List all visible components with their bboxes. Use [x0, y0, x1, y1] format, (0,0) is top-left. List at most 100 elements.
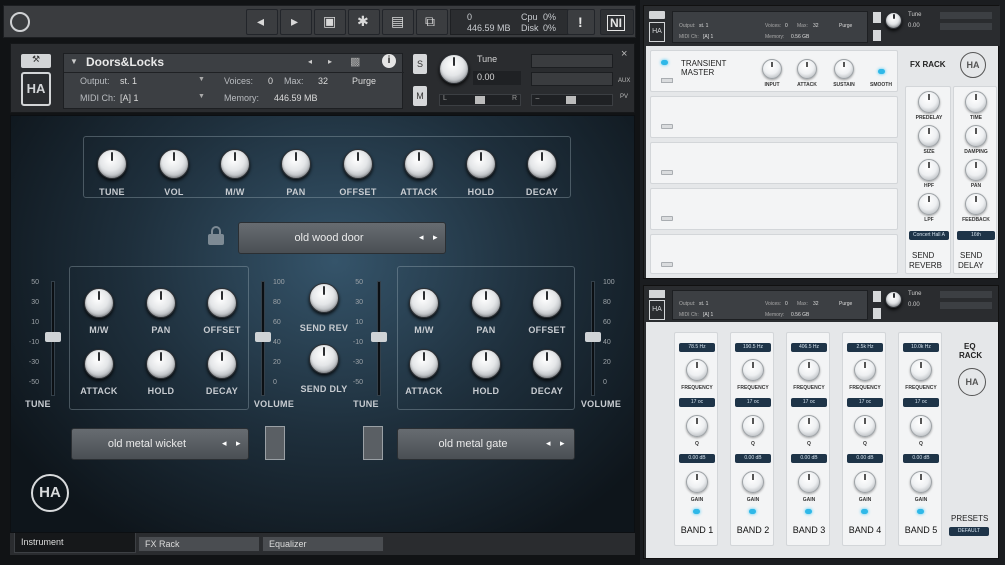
reverb-lpf-knob[interactable]: [918, 193, 940, 215]
send-dly-knob[interactable]: [309, 344, 339, 374]
eq-mute-button[interactable]: [873, 308, 881, 319]
right-knob-decay[interactable]: [532, 349, 562, 379]
left-tune-slider[interactable]: [45, 281, 61, 396]
fx-solo-button[interactable]: [873, 12, 881, 23]
lock-icon[interactable]: [208, 226, 224, 245]
smooth-led[interactable]: [878, 69, 885, 74]
band-5-freq[interactable]: 10.0k Hz: [903, 343, 939, 352]
band-1-freq[interactable]: 78.5 Hz: [679, 343, 715, 352]
close-icon[interactable]: ×: [621, 48, 627, 60]
left-knob-attack[interactable]: [84, 349, 114, 379]
transient-input-knob[interactable]: [762, 59, 782, 79]
right-sample-selector[interactable]: old metal gate ◂ ▸: [397, 428, 575, 460]
band-5-q-knob[interactable]: [910, 415, 932, 437]
delay-preset[interactable]: 16th: [957, 231, 995, 240]
right-knob-hold[interactable]: [471, 349, 501, 379]
left-volume-handle[interactable]: [255, 332, 271, 342]
band-4-freq-knob[interactable]: [854, 359, 876, 381]
top-knob-hold[interactable]: [466, 149, 496, 179]
left-knob-offset[interactable]: [207, 288, 237, 318]
band-5-led[interactable]: [917, 509, 924, 514]
band-3-gain-knob[interactable]: [798, 471, 820, 493]
band-2-led[interactable]: [749, 509, 756, 514]
fx-mute-button[interactable]: [873, 30, 881, 41]
kontakt-logo-icon[interactable]: [10, 12, 30, 32]
band-3-freq-knob[interactable]: [798, 359, 820, 381]
fx-empty-slot-1[interactable]: [650, 96, 898, 138]
reverb-preset[interactable]: Concert Hall A: [909, 231, 949, 240]
band-1-gain[interactable]: 0.00 dB: [679, 454, 715, 463]
band-2-freq-knob[interactable]: [742, 359, 764, 381]
band-1-q[interactable]: 17 oc: [679, 398, 715, 407]
band-4-freq[interactable]: 2.5k Hz: [847, 343, 883, 352]
band-1-q-knob[interactable]: [686, 415, 708, 437]
top-knob-decay[interactable]: [527, 149, 557, 179]
tab-instrument[interactable]: Instrument: [14, 533, 136, 553]
save-icon[interactable]: ▣: [314, 9, 346, 35]
wrench-icon[interactable]: ⚒: [21, 54, 51, 68]
fx-wrench-icon[interactable]: [649, 11, 665, 19]
delay-pan-knob[interactable]: [965, 159, 987, 181]
right-door-icon[interactable]: [363, 426, 383, 460]
output-dropdown-icon[interactable]: ▼: [198, 76, 205, 83]
band-2-gain-knob[interactable]: [742, 471, 764, 493]
right-tune-handle[interactable]: [371, 332, 387, 342]
resize-icon[interactable]: ⧉: [416, 9, 448, 35]
left-sample-selector[interactable]: old metal wicket ◂ ▸: [71, 428, 249, 460]
band-3-q-knob[interactable]: [798, 415, 820, 437]
top-knob-vol[interactable]: [159, 149, 189, 179]
transient-toggle[interactable]: [661, 60, 668, 65]
reverb-hpf-knob[interactable]: [918, 159, 940, 181]
nav-right-button[interactable]: ▸: [280, 9, 312, 35]
band-2-q-knob[interactable]: [742, 415, 764, 437]
midi-dropdown-icon[interactable]: ▼: [198, 93, 205, 100]
tune-knob[interactable]: [439, 54, 469, 84]
band-4-led[interactable]: [861, 509, 868, 514]
right-tune-slider[interactable]: [371, 281, 387, 396]
right-knob-attack[interactable]: [409, 349, 439, 379]
right-knob-mw[interactable]: [409, 288, 439, 318]
layout-icon[interactable]: ▤: [382, 9, 414, 35]
pv-button[interactable]: PV: [620, 94, 628, 100]
info-icon[interactable]: i: [382, 54, 396, 68]
presets-dropdown[interactable]: DEFAULT: [949, 527, 989, 536]
band-4-q-knob[interactable]: [854, 415, 876, 437]
left-knob-mw[interactable]: [84, 288, 114, 318]
band-1-freq-knob[interactable]: [686, 359, 708, 381]
left-knob-hold[interactable]: [146, 349, 176, 379]
top-knob-attack[interactable]: [404, 149, 434, 179]
right-volume-slider[interactable]: [585, 281, 601, 396]
band-2-freq[interactable]: 190.5 Hz: [735, 343, 771, 352]
left-tune-handle[interactable]: [45, 332, 61, 342]
tab-equalizer[interactable]: Equalizer: [262, 536, 384, 552]
band-3-q[interactable]: 17 oc: [791, 398, 827, 407]
collapse-icon[interactable]: ▼: [70, 57, 78, 66]
transient-attack-knob[interactable]: [797, 59, 817, 79]
fx-empty-slot-2[interactable]: [650, 142, 898, 184]
right-next-icon[interactable]: ▸: [560, 438, 565, 449]
right-knob-pan[interactable]: [471, 288, 501, 318]
mute-button[interactable]: M: [413, 86, 427, 106]
band-5-q[interactable]: 17 oc: [903, 398, 939, 407]
band-3-gain[interactable]: 0.00 dB: [791, 454, 827, 463]
pan-slider[interactable]: L R: [439, 94, 521, 106]
midi-value[interactable]: [A] 1: [120, 93, 139, 103]
delay-time-knob[interactable]: [965, 91, 987, 113]
reverb-predelay-knob[interactable]: [918, 91, 940, 113]
left-knob-pan[interactable]: [146, 288, 176, 318]
gear-icon[interactable]: ✱: [348, 9, 380, 35]
band-5-gain-knob[interactable]: [910, 471, 932, 493]
send-rev-knob[interactable]: [309, 283, 339, 313]
prev-instrument-icon[interactable]: ◂: [308, 57, 312, 66]
fx-tune-knob[interactable]: [885, 12, 902, 29]
top-knob-tune[interactable]: [97, 149, 127, 179]
delay-damping-knob[interactable]: [965, 125, 987, 147]
band-4-gain[interactable]: 0.00 dB: [847, 454, 883, 463]
top-knob-pan[interactable]: [281, 149, 311, 179]
volume-slider[interactable]: −: [531, 94, 613, 106]
transient-sustain-knob[interactable]: [834, 59, 854, 79]
reverb-size-knob[interactable]: [918, 125, 940, 147]
band-4-q[interactable]: 17 oc: [847, 398, 883, 407]
band-3-led[interactable]: [805, 509, 812, 514]
band-3-freq[interactable]: 406.5 Hz: [791, 343, 827, 352]
